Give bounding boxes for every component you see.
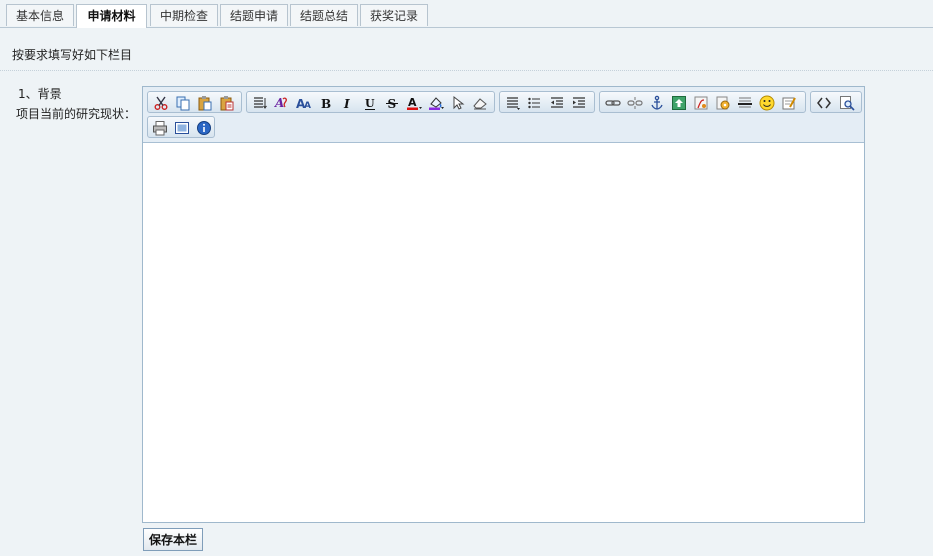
cut-icon[interactable] bbox=[152, 94, 170, 112]
field-label: 项目当前的研究现状： bbox=[16, 107, 137, 121]
italic-icon[interactable]: I bbox=[339, 94, 357, 112]
indent-icon[interactable] bbox=[570, 94, 588, 112]
instruction-text: 按要求填写好如下栏目 bbox=[12, 48, 133, 62]
tab-basic-info[interactable]: 基本信息 bbox=[6, 4, 74, 26]
toolbar-group-insert bbox=[599, 91, 806, 113]
toolbar-group-formatting: A AA B I U S A bbox=[246, 91, 495, 113]
bold-icon[interactable]: B bbox=[317, 94, 335, 112]
emoticon-icon[interactable] bbox=[758, 94, 776, 112]
fullscreen-icon[interactable] bbox=[173, 119, 191, 137]
save-section-button[interactable]: 保存本栏 bbox=[143, 528, 203, 551]
toolbar-group-paragraph bbox=[499, 91, 595, 113]
anchor-icon[interactable] bbox=[648, 94, 666, 112]
svg-text:A: A bbox=[304, 101, 311, 111]
flash-icon[interactable] bbox=[692, 94, 710, 112]
highlight-color-icon[interactable] bbox=[427, 94, 445, 112]
remove-format-icon[interactable] bbox=[471, 94, 489, 112]
svg-text:B: B bbox=[321, 97, 331, 111]
outdent-icon[interactable] bbox=[548, 94, 566, 112]
svg-text:I: I bbox=[343, 97, 350, 111]
svg-text:U: U bbox=[365, 97, 375, 110]
rich-text-editor: A AA B I U S A bbox=[142, 86, 865, 523]
source-code-icon[interactable] bbox=[815, 94, 833, 112]
about-icon[interactable] bbox=[195, 119, 213, 137]
editor-content-area[interactable] bbox=[143, 143, 864, 522]
special-char-icon[interactable] bbox=[780, 94, 798, 112]
copy-icon[interactable] bbox=[174, 94, 192, 112]
horizontal-rule-icon[interactable] bbox=[736, 94, 754, 112]
toolbar-group-source bbox=[810, 91, 862, 113]
section-title: 1、背景 bbox=[18, 87, 62, 101]
tab-application-materials[interactable]: 申请材料 bbox=[76, 4, 147, 28]
tab-bar: 基本信息 申请材料 中期检查 结题申请 结题总结 获奖记录 bbox=[0, 0, 933, 28]
tab-completion-summary[interactable]: 结题总结 bbox=[290, 4, 358, 26]
paragraph-format-icon[interactable] bbox=[251, 94, 269, 112]
unlink-icon[interactable] bbox=[626, 94, 644, 112]
align-icon[interactable] bbox=[504, 94, 522, 112]
unordered-list-icon[interactable] bbox=[526, 94, 544, 112]
strikethrough-icon[interactable]: S bbox=[383, 94, 401, 112]
font-size-icon[interactable]: AA bbox=[295, 94, 313, 112]
tab-award-records[interactable]: 获奖记录 bbox=[360, 4, 428, 26]
section-divider bbox=[0, 70, 933, 71]
paste-text-icon[interactable] bbox=[218, 94, 236, 112]
underline-icon[interactable]: U bbox=[361, 94, 379, 112]
image-upload-icon[interactable] bbox=[670, 94, 688, 112]
print-icon[interactable] bbox=[151, 119, 169, 137]
toolbar-group-clipboard bbox=[147, 91, 242, 113]
svg-text:A: A bbox=[274, 96, 284, 110]
toolbar-group-misc bbox=[147, 116, 215, 138]
text-color-icon[interactable]: A bbox=[405, 94, 423, 112]
editor-toolbar: A AA B I U S A bbox=[143, 87, 864, 143]
media-icon[interactable] bbox=[714, 94, 732, 112]
paste-icon[interactable] bbox=[196, 94, 214, 112]
link-icon[interactable] bbox=[604, 94, 622, 112]
preview-icon[interactable] bbox=[838, 94, 856, 112]
tab-completion-application[interactable]: 结题申请 bbox=[220, 4, 288, 26]
font-family-icon[interactable]: A bbox=[273, 94, 291, 112]
svg-text:A: A bbox=[408, 96, 417, 109]
select-all-icon[interactable] bbox=[449, 94, 467, 112]
tab-midterm-check[interactable]: 中期检查 bbox=[150, 4, 218, 26]
